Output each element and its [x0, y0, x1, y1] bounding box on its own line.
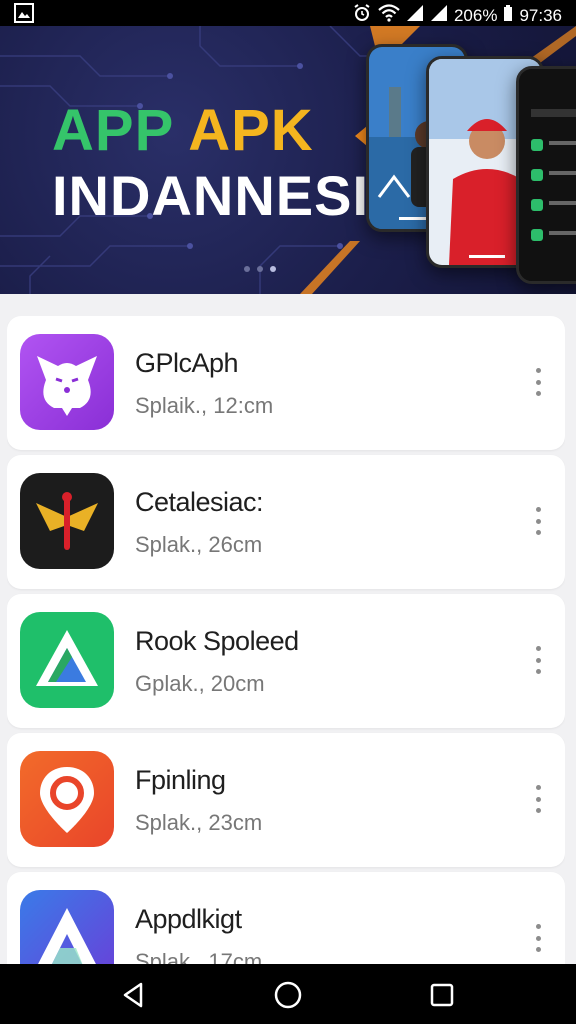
overflow-menu-icon[interactable]	[533, 785, 543, 813]
banner-title-apk: APK	[188, 98, 314, 163]
recents-icon	[430, 983, 454, 1007]
app-subtitle: Splak., 17cm	[135, 949, 263, 964]
phone-right	[516, 66, 576, 284]
battery-icon	[503, 4, 513, 27]
overflow-menu-icon[interactable]	[533, 924, 543, 952]
carousel-indicator	[244, 266, 276, 272]
battery-text: 206%	[453, 5, 498, 25]
banner-subtitle: INDANNESI	[52, 164, 370, 227]
app-subtitle: Splaik., 12:cm	[135, 393, 274, 418]
app-name: Cetalesiac:	[135, 487, 264, 517]
home-button[interactable]	[271, 978, 305, 1012]
promo-banner[interactable]: APP APK INDANNESI	[0, 26, 576, 294]
list-item[interactable]: Cetalesiac: Splak., 26cm	[7, 455, 565, 589]
carousel-dot[interactable]	[244, 266, 250, 272]
app-name: Fpinling	[135, 765, 226, 795]
wifi-icon	[378, 4, 400, 27]
overflow-menu-icon[interactable]	[533, 368, 543, 396]
purple-star-face-icon	[20, 334, 114, 430]
back-button[interactable]	[117, 978, 151, 1012]
location-pin-icon	[20, 751, 114, 847]
carousel-dot-active[interactable]	[270, 266, 276, 272]
app-subtitle: Splak., 23cm	[135, 810, 263, 835]
clock: 97:36	[519, 5, 562, 25]
recents-button[interactable]	[425, 978, 459, 1012]
overflow-menu-icon[interactable]	[533, 646, 543, 674]
list-item[interactable]: GPlcAph Splaik., 12:cm	[7, 316, 565, 450]
app-list: GPlcAph Splaik., 12:cm Cetalesiac: Splak…	[7, 316, 565, 964]
banner-title-app: APP	[52, 98, 174, 163]
carousel-dot[interactable]	[257, 266, 263, 272]
signal-icon	[406, 4, 424, 27]
status-bar: 206% 97:36	[0, 0, 576, 26]
dragonfly-icon	[20, 473, 114, 569]
gallery-icon	[14, 3, 34, 28]
app-subtitle: Splak., 26cm	[135, 532, 263, 557]
triangle-a-icon	[20, 612, 114, 708]
home-icon	[274, 981, 302, 1009]
alarm-icon	[352, 3, 372, 28]
banner-title: APP APK	[52, 102, 314, 160]
signal-icon	[430, 4, 448, 27]
overflow-menu-icon[interactable]	[533, 507, 543, 535]
app-name: GPlcAph	[135, 348, 239, 378]
list-item[interactable]: Rook Spoleed Gplak., 20cm	[7, 594, 565, 728]
phone-mockups	[356, 36, 576, 294]
navigation-bar	[0, 964, 576, 1024]
app-subtitle: Gplak., 20cm	[135, 671, 265, 696]
list-item[interactable]: Fpinling Splak., 23cm	[7, 733, 565, 867]
gradient-a-icon	[20, 890, 114, 964]
app-name: Rook Spoleed	[135, 626, 299, 656]
back-icon	[123, 982, 143, 1008]
app-name: Appdlkigt	[135, 904, 242, 934]
list-item[interactable]: Appdlkigt Splak., 17cm	[7, 872, 565, 964]
